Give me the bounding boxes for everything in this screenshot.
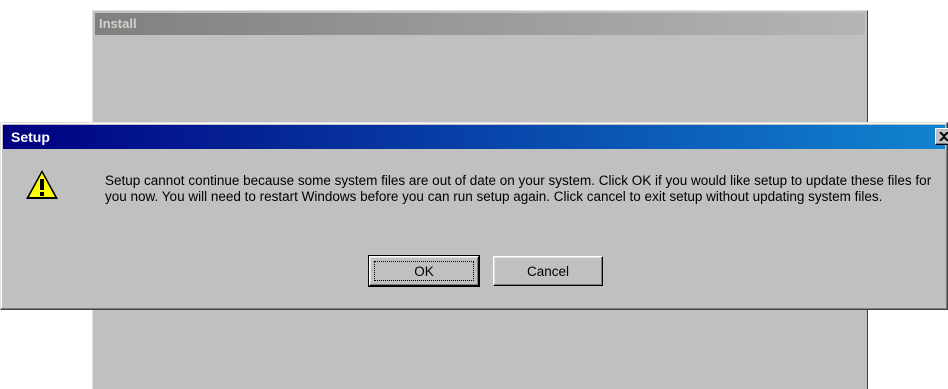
close-button[interactable] (935, 128, 948, 145)
setup-dialog: Setup Setup cannot continue because some… (0, 122, 948, 310)
focus-ring (374, 261, 474, 281)
dialog-message: Setup cannot continue because some syste… (105, 173, 932, 204)
dialog-title: Setup (11, 129, 50, 145)
warning-icon (26, 170, 58, 199)
ok-button[interactable]: OK (368, 255, 480, 287)
setup-titlebar[interactable]: Setup (3, 125, 948, 149)
cancel-button-label: Cancel (526, 263, 570, 279)
cancel-button[interactable]: Cancel (493, 256, 603, 286)
install-window-title: Install (99, 16, 137, 31)
install-titlebar[interactable]: Install (95, 13, 865, 35)
close-icon (939, 132, 948, 141)
